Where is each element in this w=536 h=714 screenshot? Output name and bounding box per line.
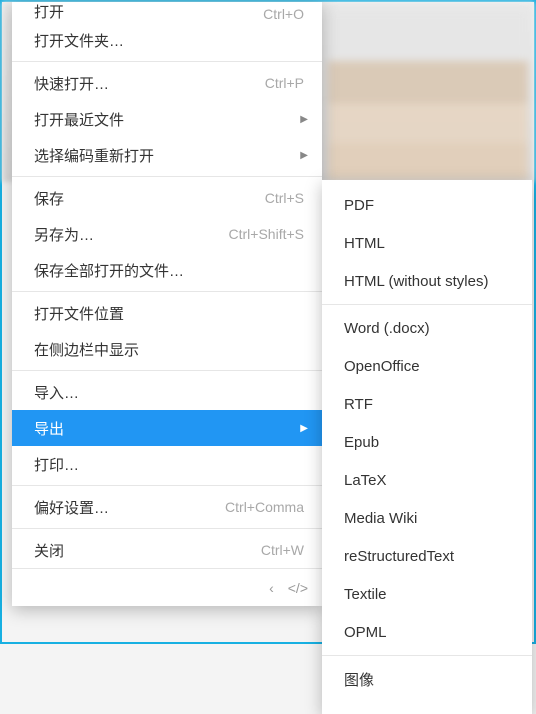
file-menu: 打开Ctrl+O打开文件夹…快速打开…Ctrl+P打开最近文件▶选择编码重新打开…	[12, 2, 322, 606]
menu-item-label: 偏好设置…	[34, 497, 225, 518]
menu-item-label: 打印…	[34, 454, 308, 475]
menu-item[interactable]: 保存全部打开的文件…	[12, 252, 322, 288]
menu-item-label: 关闭	[34, 540, 261, 561]
chevron-left-icon[interactable]: ‹	[269, 580, 274, 596]
menu-item-label: 在侧边栏中显示	[34, 339, 308, 360]
submenu-item-label: Textile	[344, 586, 387, 603]
menu-separator	[12, 291, 322, 292]
menu-item-label: 保存	[34, 188, 265, 209]
submenu-item[interactable]: reStructuredText	[322, 537, 532, 575]
submenu-item-label: RTF	[344, 396, 373, 413]
menu-item[interactable]: 关闭Ctrl+W	[12, 532, 322, 568]
submenu-item-label: OpenOffice	[344, 358, 420, 375]
submenu-item-label: 图像	[344, 669, 374, 690]
submenu-item[interactable]: HTML	[322, 224, 532, 262]
menu-item[interactable]: 打开文件夹…	[12, 22, 322, 58]
submenu-item[interactable]: 图像	[322, 660, 532, 698]
menu-item-label: 导出	[34, 418, 294, 439]
submenu-item[interactable]: OpenOffice	[322, 347, 532, 385]
submenu-item[interactable]: Epub	[322, 423, 532, 461]
menu-item-label: 快速打开…	[34, 73, 265, 94]
menu-separator	[12, 528, 322, 529]
menu-item[interactable]: 打印…	[12, 446, 322, 482]
submenu-arrow-icon: ▶	[300, 423, 308, 434]
menu-item[interactable]: 在侧边栏中显示	[12, 331, 322, 367]
menu-separator	[12, 485, 322, 486]
menu-item[interactable]: 保存Ctrl+S	[12, 180, 322, 216]
menu-separator	[12, 61, 322, 62]
submenu-item[interactable]: HTML (without styles)	[322, 262, 532, 300]
menu-item-label: 导入…	[34, 382, 308, 403]
submenu-separator	[322, 655, 532, 656]
menu-item-shortcut: Ctrl+S	[265, 190, 304, 206]
menu-item[interactable]: 偏好设置…Ctrl+Comma	[12, 489, 322, 525]
submenu-item[interactable]: Word (.docx)	[322, 309, 532, 347]
menu-item-shortcut: Ctrl+W	[261, 542, 304, 558]
menu-item-label: 打开文件位置	[34, 303, 308, 324]
export-submenu: PDF HTML HTML (without styles) Word (.docx)…	[322, 180, 532, 714]
submenu-item-label: HTML	[344, 235, 385, 252]
background-thumbnail-strip	[328, 10, 528, 180]
menu-item[interactable]: 打开Ctrl+O	[12, 2, 322, 22]
submenu-arrow-icon: ▶	[300, 114, 308, 125]
submenu-item-label: OPML	[344, 624, 387, 641]
submenu-item-label: PDF	[344, 197, 374, 214]
menu-item[interactable]: 另存为…Ctrl+Shift+S	[12, 216, 322, 252]
menu-item[interactable]: 导入…	[12, 374, 322, 410]
menu-item-label: 保存全部打开的文件…	[34, 260, 308, 281]
submenu-item[interactable]: Media Wiki	[322, 499, 532, 537]
menu-footer: ‹ </>	[12, 568, 322, 606]
submenu-item-label: Media Wiki	[344, 510, 417, 527]
menu-item[interactable]: 快速打开…Ctrl+P	[12, 65, 322, 101]
menu-item[interactable]: 导出 ▶	[12, 410, 322, 446]
submenu-item-label: Word (.docx)	[344, 320, 430, 337]
menu-item-label: 打开	[34, 2, 263, 22]
submenu-item[interactable]: Textile	[322, 575, 532, 613]
submenu-item[interactable]: LaTeX	[322, 461, 532, 499]
submenu-separator	[322, 304, 532, 305]
submenu-item-label: Epub	[344, 434, 379, 451]
menu-item-shortcut: Ctrl+O	[263, 6, 304, 22]
menu-item[interactable]: 选择编码重新打开 ▶	[12, 137, 322, 173]
submenu-item-label: reStructuredText	[344, 548, 454, 565]
submenu-item[interactable]: RTF	[322, 385, 532, 423]
menu-item-shortcut: Ctrl+Shift+S	[229, 226, 304, 242]
menu-item-label: 打开最近文件	[34, 109, 294, 130]
menu-item[interactable]: 打开最近文件 ▶	[12, 101, 322, 137]
menu-item[interactable]: 打开文件位置	[12, 295, 322, 331]
menu-separator	[12, 176, 322, 177]
submenu-item[interactable]: PDF	[322, 186, 532, 224]
menu-item-label: 另存为…	[34, 224, 229, 245]
menu-item-label: 打开文件夹…	[34, 30, 308, 51]
submenu-arrow-icon: ▶	[300, 150, 308, 161]
menu-separator	[12, 370, 322, 371]
menu-item-shortcut: Ctrl+Comma	[225, 499, 304, 515]
submenu-item-label: HTML (without styles)	[344, 273, 488, 290]
submenu-item[interactable]: OPML	[322, 613, 532, 651]
submenu-item-label: LaTeX	[344, 472, 387, 489]
menu-item-shortcut: Ctrl+P	[265, 75, 304, 91]
menu-item-label: 选择编码重新打开	[34, 145, 294, 166]
code-view-icon[interactable]: </>	[288, 580, 308, 596]
